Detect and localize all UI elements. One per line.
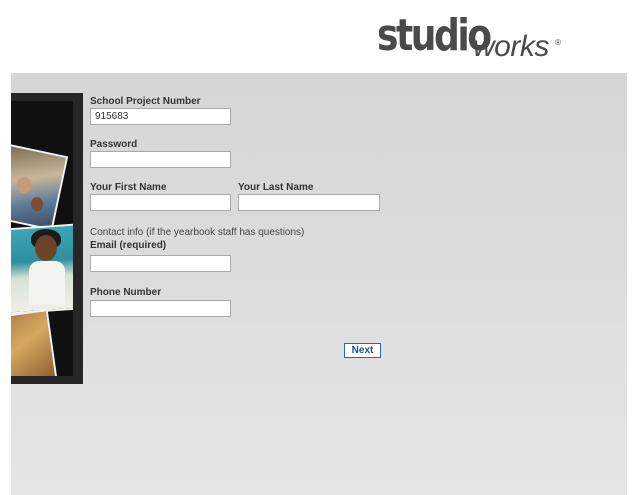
project-number-input[interactable] bbox=[90, 108, 231, 125]
photo-collage-inner bbox=[11, 101, 73, 376]
project-number-label: School Project Number bbox=[90, 96, 201, 107]
phone-label: Phone Number bbox=[90, 287, 162, 298]
student-face-3 bbox=[35, 235, 57, 261]
next-button[interactable]: Next bbox=[344, 343, 381, 358]
form-panel: School Project Number Password Your Firs… bbox=[11, 73, 627, 495]
student-shirt bbox=[29, 261, 65, 305]
email-label: Email (required) bbox=[90, 240, 167, 251]
last-name-label: Your Last Name bbox=[238, 182, 314, 193]
registered-mark: ® bbox=[555, 38, 561, 47]
first-name-input[interactable] bbox=[90, 194, 231, 211]
yearbook-photo-collage bbox=[11, 93, 83, 384]
password-input[interactable] bbox=[90, 151, 231, 168]
last-name-input[interactable] bbox=[238, 194, 380, 211]
student-face-2 bbox=[31, 197, 43, 211]
first-name-label: Your First Name bbox=[90, 182, 167, 193]
header: studio works ® bbox=[0, 0, 632, 73]
logo-text-works: works bbox=[473, 30, 549, 63]
password-label: Password bbox=[90, 139, 138, 150]
phone-input[interactable] bbox=[90, 300, 231, 317]
student-face-1 bbox=[17, 177, 31, 193]
student-photo-3 bbox=[11, 309, 58, 376]
email-input[interactable] bbox=[90, 255, 231, 272]
studioworks-logo: studio works ® bbox=[377, 10, 561, 63]
contact-info-note: Contact info (if the yearbook staff has … bbox=[90, 227, 305, 238]
